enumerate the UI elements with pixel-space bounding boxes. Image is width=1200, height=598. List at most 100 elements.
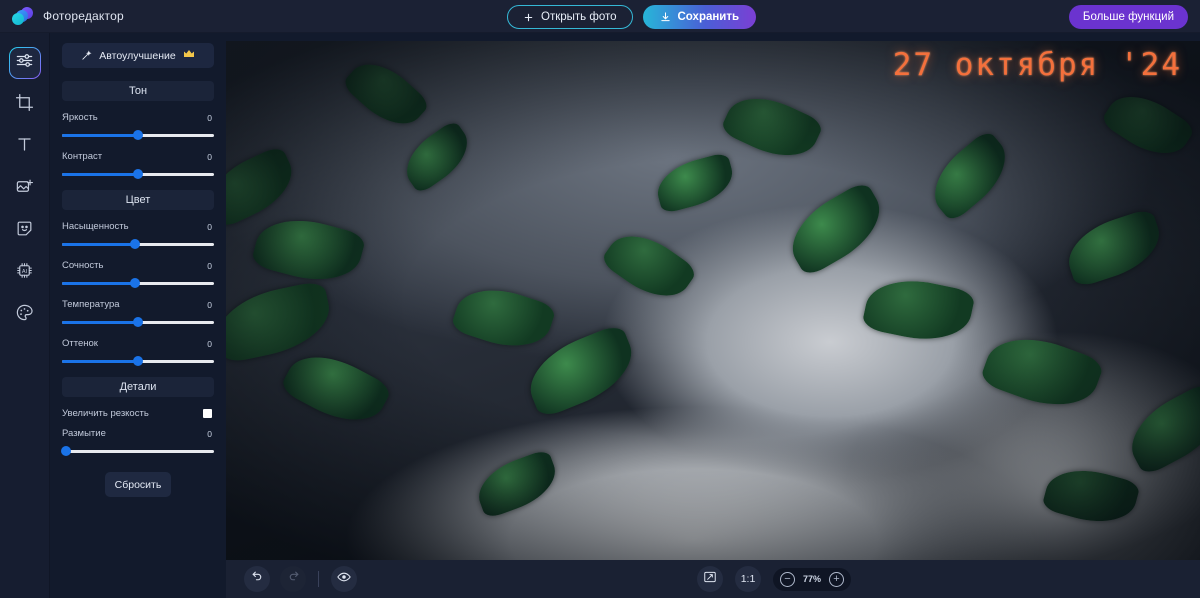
rail-item-stickers[interactable] bbox=[9, 215, 41, 247]
slider-blur[interactable] bbox=[60, 446, 214, 456]
slider-thumb[interactable] bbox=[133, 356, 143, 366]
more-features-label: Больше функций bbox=[1082, 11, 1174, 23]
slider-contrast[interactable] bbox=[62, 169, 214, 179]
slider-value-vibrance: 0 bbox=[207, 260, 212, 271]
zoom-control: − 77% + bbox=[773, 567, 852, 591]
save-button[interactable]: Сохранить bbox=[642, 5, 757, 29]
auto-enhance-button[interactable]: Автоулучшение bbox=[62, 43, 214, 68]
slider-thumb[interactable] bbox=[60, 446, 71, 456]
slider-row-contrast: Контраст 0 bbox=[62, 151, 214, 162]
toolbar-divider bbox=[318, 571, 319, 587]
slider-thumb[interactable] bbox=[133, 317, 143, 327]
adjustments-panel: Автоулучшение Тон Яркость 0 Контраст 0 Ц… bbox=[50, 33, 226, 598]
undo-button[interactable] bbox=[244, 566, 270, 592]
vignette bbox=[226, 41, 1200, 560]
slider-fill bbox=[62, 173, 138, 176]
redo-arrow-icon bbox=[287, 570, 300, 588]
slider-row-blur: Размытие 0 bbox=[62, 428, 214, 439]
redo-button[interactable] bbox=[280, 566, 306, 592]
eye-icon bbox=[337, 570, 351, 589]
section-title-color: Цвет bbox=[125, 194, 151, 206]
slider-brightness[interactable] bbox=[62, 130, 214, 140]
more-features-button[interactable]: Больше функций bbox=[1068, 5, 1188, 29]
slider-label-temperature: Температура bbox=[62, 299, 120, 310]
minus-circle-icon[interactable]: − bbox=[780, 571, 795, 587]
plus-icon bbox=[523, 12, 534, 23]
date-stamp-overlay[interactable]: 27 октября '24 bbox=[893, 47, 1182, 83]
slider-value-temperature: 0 bbox=[207, 299, 212, 310]
rail-item-add-image[interactable] bbox=[9, 173, 41, 205]
slider-value-brightness: 0 bbox=[207, 112, 212, 123]
section-title-tone: Тон bbox=[128, 85, 148, 97]
slider-fill bbox=[62, 134, 138, 137]
photo-editor-app: Фоторедактор Открыть фото Сохранить Боль… bbox=[0, 0, 1200, 598]
crop-icon bbox=[15, 93, 34, 117]
slider-value-blur: 0 bbox=[207, 428, 212, 439]
app-header: Фоторедактор Открыть фото Сохранить Боль… bbox=[0, 0, 1200, 33]
slider-row-vibrance: Сочность 0 bbox=[62, 260, 214, 271]
slider-fill bbox=[62, 360, 138, 363]
section-header-details[interactable]: Детали bbox=[62, 377, 214, 397]
undo-arrow-icon bbox=[251, 570, 264, 588]
sharpen-checkbox[interactable] bbox=[203, 409, 212, 418]
palette-icon bbox=[15, 303, 34, 327]
crown-icon bbox=[183, 49, 195, 62]
reset-label: Сбросить bbox=[114, 478, 162, 491]
text-t-icon bbox=[15, 135, 34, 159]
reset-button[interactable]: Сбросить bbox=[105, 472, 171, 497]
slider-value-saturation: 0 bbox=[207, 221, 212, 232]
app-title: Фоторедактор bbox=[43, 9, 124, 23]
open-photo-button[interactable]: Открыть фото bbox=[507, 5, 633, 29]
fit-screen-button[interactable] bbox=[697, 566, 723, 592]
rail-item-effects[interactable] bbox=[9, 299, 41, 331]
slider-label-blur: Размытие bbox=[62, 428, 106, 439]
slider-value-tint: 0 bbox=[207, 338, 212, 349]
slider-label-brightness: Яркость bbox=[62, 112, 98, 123]
section-header-color[interactable]: Цвет bbox=[62, 190, 214, 210]
slider-row-saturation: Насыщенность 0 bbox=[62, 221, 214, 232]
logo-circles-icon bbox=[12, 7, 34, 25]
slider-tint[interactable] bbox=[62, 356, 214, 366]
section-header-tone[interactable]: Тон bbox=[62, 81, 214, 101]
slider-value-contrast: 0 bbox=[207, 151, 212, 162]
auto-enhance-label: Автоулучшение bbox=[99, 49, 176, 62]
sliders-icon bbox=[15, 51, 34, 75]
slider-row-temperature: Температура 0 bbox=[62, 299, 214, 310]
ratio-button[interactable]: 1:1 bbox=[735, 566, 761, 592]
photo-canvas[interactable]: 27 октября '24 bbox=[226, 41, 1200, 560]
save-label: Сохранить bbox=[677, 11, 740, 23]
slider-fill bbox=[62, 282, 135, 285]
rail-item-adjustments[interactable] bbox=[9, 47, 41, 79]
slider-label-contrast: Контраст bbox=[62, 151, 103, 162]
rail-item-ai-tools[interactable]: AI bbox=[9, 257, 41, 289]
section-title-details: Детали bbox=[119, 381, 157, 393]
slider-thumb[interactable] bbox=[133, 130, 143, 140]
rail-item-crop[interactable] bbox=[9, 89, 41, 121]
preview-button[interactable] bbox=[331, 566, 357, 592]
slider-thumb[interactable] bbox=[129, 239, 140, 249]
fit-screen-icon bbox=[703, 570, 717, 589]
rail-item-text[interactable] bbox=[9, 131, 41, 163]
slider-temperature[interactable] bbox=[62, 317, 214, 327]
slider-thumb[interactable] bbox=[133, 169, 143, 179]
bottom-toolbar: 1:1 − 77% + bbox=[226, 560, 1200, 598]
slider-row-tint: Оттенок 0 bbox=[62, 338, 214, 349]
slider-thumb[interactable] bbox=[129, 278, 140, 288]
slider-saturation[interactable] bbox=[62, 239, 214, 249]
open-photo-label: Открыть фото bbox=[541, 11, 617, 23]
svg-text:AI: AI bbox=[22, 269, 28, 275]
slider-fill bbox=[62, 321, 138, 324]
slider-track bbox=[62, 450, 214, 453]
slider-row-brightness: Яркость 0 bbox=[62, 112, 214, 123]
download-icon bbox=[660, 11, 671, 23]
slider-label-vibrance: Сочность bbox=[62, 260, 104, 271]
slider-label-tint: Оттенок bbox=[62, 338, 98, 349]
sticker-smiley-icon bbox=[15, 219, 34, 243]
slider-fill bbox=[62, 243, 135, 246]
slider-label-saturation: Насыщенность bbox=[62, 221, 129, 232]
brand: Фоторедактор bbox=[0, 7, 300, 25]
slider-vibrance[interactable] bbox=[62, 278, 214, 288]
image-plus-icon bbox=[15, 177, 34, 201]
plus-circle-icon[interactable]: + bbox=[829, 571, 845, 587]
sharpen-row[interactable]: Увеличить резкость bbox=[62, 408, 214, 419]
